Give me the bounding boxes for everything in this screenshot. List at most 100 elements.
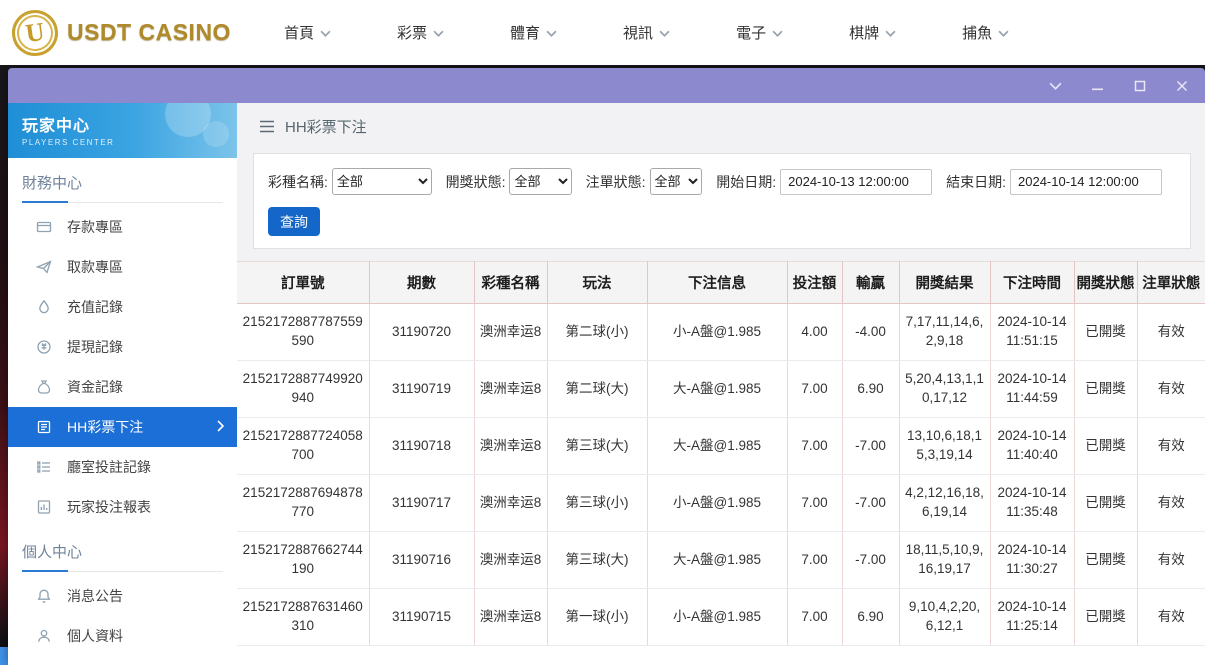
sidebar: 玩家中心 PLAYERS CENTER 財務中心存款專區取款專區充值記錄提現記錄… (8, 103, 237, 665)
collapse-icon[interactable] (1048, 78, 1063, 93)
draw-status-select[interactable]: 全部 (509, 168, 571, 195)
page-scrollbar[interactable] (0, 647, 8, 665)
table-row: 215217288766274419031190716澳洲幸运8第三球(大)大-… (237, 532, 1205, 589)
sidebar-item[interactable]: HH彩票下注 (8, 407, 237, 447)
chevron-down-icon (659, 30, 670, 37)
table-body: 215217288778755959031190720澳洲幸运8第二球(小)小-… (237, 304, 1205, 646)
table-cell: 31190720 (369, 304, 474, 361)
table-cell: 小-A盤@1.985 (647, 475, 787, 532)
nav-item-1[interactable]: 首頁 (284, 22, 331, 43)
sidebar-item[interactable]: 存款專區 (8, 207, 237, 247)
table-cell: 有效 (1137, 475, 1205, 532)
table-cell: 7.00 (787, 418, 842, 475)
nav-item-label: 體育 (510, 22, 540, 43)
bets-table-container: 訂單號期數彩種名稱玩法下注信息投注額輸贏開獎結果下注時間開獎狀態注單狀態 215… (237, 261, 1205, 665)
minimize-icon[interactable] (1090, 78, 1105, 93)
close-icon[interactable] (1174, 78, 1189, 93)
end-date-input[interactable] (1010, 169, 1162, 195)
table-cell: 2024-10-14 11:35:48 (990, 475, 1074, 532)
nav-item-6[interactable]: 棋牌 (849, 22, 896, 43)
order-status-select[interactable]: 全部 (650, 168, 703, 195)
deposit-icon (36, 219, 52, 235)
table-cell: 6.90 (842, 589, 899, 646)
bets-table: 訂單號期數彩種名稱玩法下注信息投注額輸贏開獎結果下注時間開獎狀態注單狀態 215… (237, 261, 1205, 646)
sidebar-item-label: 提現記錄 (67, 337, 123, 357)
nav-item-label: 捕魚 (962, 22, 992, 43)
lottery-name-select[interactable]: 全部 (332, 168, 432, 195)
table-cell: 澳洲幸运8 (474, 361, 547, 418)
nav-item-7[interactable]: 捕魚 (962, 22, 1009, 43)
sidebar-menu: 財務中心存款專區取款專區充值記錄提現記錄資金記錄 HH彩票下注廳室投註記錄玩家投注… (8, 172, 237, 656)
table-cell: 第三球(小) (547, 475, 647, 532)
table-cell: 4,2,12,16,18,6,19,14 (899, 475, 990, 532)
table-cell: 有效 (1137, 304, 1205, 361)
funds-record-icon (36, 379, 52, 395)
lottery-bet-icon (36, 419, 52, 435)
maximize-icon[interactable] (1132, 78, 1147, 93)
start-date-label: 開始日期: (716, 172, 776, 192)
table-cell: 2152172887787559590 (237, 304, 369, 361)
sidebar-item-label: 充值記錄 (67, 297, 123, 317)
draw-status-label: 開獎狀態: (446, 172, 506, 192)
table-cell: 第二球(大) (547, 361, 647, 418)
sidebar-item-label: 資金記錄 (67, 377, 123, 397)
sidebar-item[interactable]: 廳室投註記錄 (8, 447, 237, 487)
nav-item-5[interactable]: 電子 (736, 22, 783, 43)
sidebar-item-label: 廳室投註記錄 (67, 457, 151, 477)
table-cell: 2024-10-14 11:40:40 (990, 418, 1074, 475)
table-cell: 7.00 (787, 475, 842, 532)
withdraw-icon (36, 259, 52, 275)
menu-toggle-icon[interactable] (259, 120, 275, 133)
nav-item-2[interactable]: 彩票 (397, 22, 444, 43)
table-cell: 31190715 (369, 589, 474, 646)
nav-item-label: 首頁 (284, 22, 314, 43)
sidebar-item[interactable]: 個人資料 (8, 616, 237, 656)
table-cell: 2024-10-14 11:25:14 (990, 589, 1074, 646)
table-cell: 4.00 (787, 304, 842, 361)
nav-item-3[interactable]: 體育 (510, 22, 557, 43)
nav-item-label: 棋牌 (849, 22, 879, 43)
section-label: 財務中心 (22, 172, 223, 203)
table-row: 215217288769487877031190717澳洲幸运8第三球(小)小-… (237, 475, 1205, 532)
table-row: 215217288778755959031190720澳洲幸运8第二球(小)小-… (237, 304, 1205, 361)
nav-item-label: 視訊 (623, 22, 653, 43)
table-cell: 2024-10-14 11:51:15 (990, 304, 1074, 361)
table-cell: -7.00 (842, 475, 899, 532)
table-cell: 31190719 (369, 361, 474, 418)
sidebar-item[interactable]: 資金記錄 (8, 367, 237, 407)
table-cell: 2152172887749920940 (237, 361, 369, 418)
sidebar-item[interactable]: 玩家投注報表 (8, 487, 237, 527)
sidebar-item[interactable]: 充值記錄 (8, 287, 237, 327)
sidebar-item[interactable]: 消息公告 (8, 576, 237, 616)
nav-item-4[interactable]: 視訊 (623, 22, 670, 43)
table-cell: -7.00 (842, 532, 899, 589)
column-header: 下注時間 (990, 262, 1074, 304)
logo-icon: U (9, 7, 61, 59)
table-cell: 已開獎 (1074, 589, 1137, 646)
table-cell: 大-A盤@1.985 (647, 361, 787, 418)
table-cell: 有效 (1137, 532, 1205, 589)
table-cell: 2024-10-14 11:30:27 (990, 532, 1074, 589)
sidebar-item[interactable]: 取款專區 (8, 247, 237, 287)
table-cell: 澳洲幸运8 (474, 532, 547, 589)
start-date-input[interactable] (780, 169, 932, 195)
recharge-record-icon (36, 299, 52, 315)
table-cell: 有效 (1137, 418, 1205, 475)
table-cell: 2152172887662744190 (237, 532, 369, 589)
casino-logo[interactable]: U USDT CASINO (12, 10, 242, 56)
column-header: 玩法 (547, 262, 647, 304)
end-date-label: 結束日期: (946, 172, 1006, 192)
table-cell: -4.00 (842, 304, 899, 361)
top-nav: 首頁 彩票 體育 視訊 電子 棋牌 捕魚 (284, 22, 1009, 43)
sidebar-item-label: 存款專區 (67, 217, 123, 237)
sidebar-item[interactable]: 提現記錄 (8, 327, 237, 367)
filter-actions: 查詢 (268, 207, 1176, 236)
page-title-bar: HH彩票下注 (237, 103, 1205, 149)
table-cell: 7.00 (787, 361, 842, 418)
table-cell: 已開獎 (1074, 418, 1137, 475)
column-header: 訂單號 (237, 262, 369, 304)
table-cell: 小-A盤@1.985 (647, 304, 787, 361)
column-header: 彩種名稱 (474, 262, 547, 304)
sidebar-item-label: HH彩票下注 (67, 417, 143, 437)
query-button[interactable]: 查詢 (268, 207, 320, 236)
